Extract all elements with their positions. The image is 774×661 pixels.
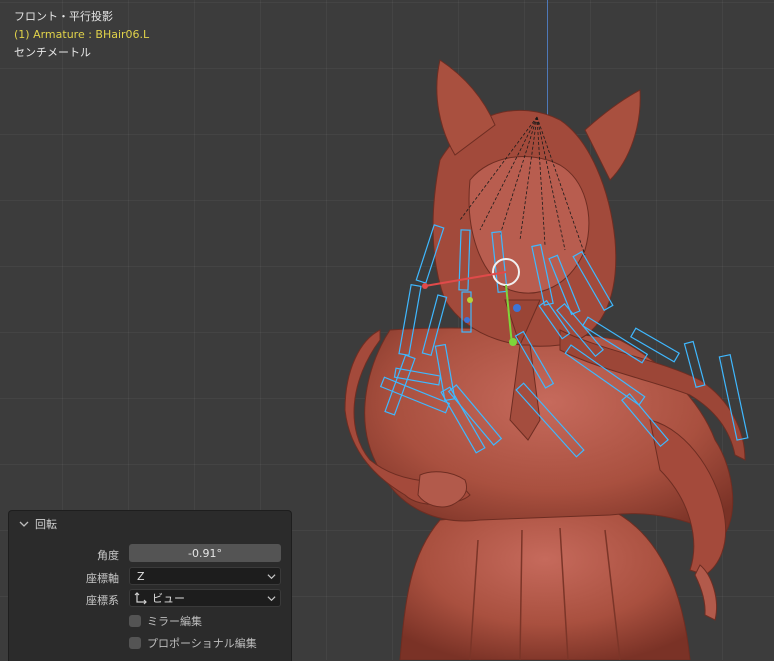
dropdown-arrow-icon (267, 574, 276, 580)
axis-dropdown[interactable]: Z (129, 567, 281, 585)
proportional-checkbox-box[interactable] (129, 637, 141, 649)
proportional-row: プロポーショナル編集 (9, 633, 291, 653)
angle-field[interactable]: -0.91° (129, 544, 281, 562)
axis-value: Z (137, 569, 145, 583)
orientation-row: 座標系 ビュー (9, 589, 291, 609)
panel-header[interactable]: 回転 (19, 516, 57, 532)
angle-label: 角度 (97, 549, 119, 562)
axis-label: 座標軸 (86, 572, 119, 585)
orientation-dropdown[interactable]: ビュー (129, 589, 281, 607)
orientation-label: 座標系 (86, 594, 119, 607)
orientation-value: ビュー (152, 592, 185, 605)
panel-title: 回転 (35, 518, 57, 531)
operator-redo-panel[interactable]: 回転 角度 -0.91° 座標軸 Z 座標系 ビュー ミラー編集 プロポーショナ… (8, 510, 292, 661)
view-name: フロント・平行投影 (14, 10, 113, 23)
axis-row: 座標軸 Z (9, 567, 291, 587)
mirror-label: ミラー編集 (147, 615, 202, 628)
proportional-label: プロポーショナル編集 (147, 637, 257, 650)
viewport-info-overlay: フロント・平行投影 (1) Armature : BHair06.L センチメー… (14, 8, 149, 62)
orientation-gizmo-icon (134, 592, 147, 605)
mirror-checkbox[interactable]: ミラー編集 (129, 613, 202, 629)
proportional-checkbox[interactable]: プロポーショナル編集 (129, 635, 257, 651)
unit-label: センチメートル (14, 46, 91, 59)
dropdown-arrow-icon (267, 596, 276, 602)
angle-row: 角度 -0.91° (9, 544, 291, 564)
active-object-label: (1) Armature : BHair06.L (14, 28, 150, 41)
mirror-checkbox-box[interactable] (129, 615, 141, 627)
mirror-row: ミラー編集 (9, 611, 291, 631)
chevron-down-icon[interactable] (19, 519, 29, 529)
